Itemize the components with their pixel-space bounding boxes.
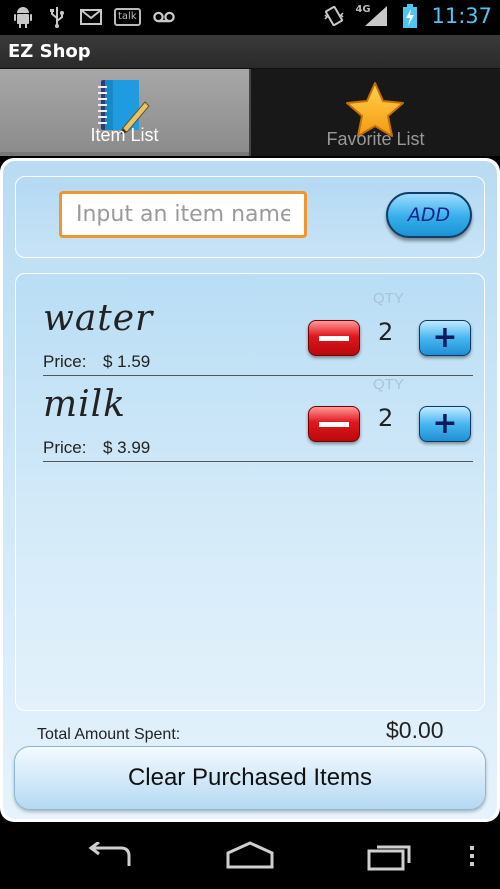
tab-favorite-list[interactable]: Favorite List	[249, 69, 500, 156]
qty-value: 2	[378, 404, 394, 432]
add-button[interactable]: ADD	[386, 192, 472, 238]
qty-value: 2	[378, 318, 394, 346]
price-label: Price:	[43, 352, 87, 371]
decrease-qty-button[interactable]	[308, 320, 360, 356]
back-icon[interactable]	[82, 836, 138, 876]
tab-item-list[interactable]: Item List	[0, 69, 249, 156]
clock: 11:37	[431, 4, 492, 28]
qty-header: QTY	[373, 376, 404, 393]
minus-icon	[319, 335, 349, 341]
clear-purchased-button[interactable]: Clear Purchased Items	[14, 746, 486, 810]
signal-4g-icon: 4G	[355, 4, 389, 28]
tab-favorite-list-label: Favorite List	[326, 129, 425, 149]
talk-icon: talk	[114, 8, 141, 26]
overflow-menu-icon[interactable]	[462, 836, 482, 876]
tab-item-list-label: Item List	[90, 125, 159, 145]
total-label: Total Amount Spent:	[37, 726, 181, 743]
android-debug-icon	[12, 5, 34, 29]
gmail-icon	[80, 5, 102, 29]
vibrate-icon	[323, 4, 345, 28]
decrease-qty-button[interactable]	[308, 406, 360, 442]
battery-charging-icon	[399, 4, 421, 28]
app-title: EZ Shop	[8, 41, 91, 62]
minus-icon	[319, 421, 349, 427]
status-bar: talk 4G 11:37	[0, 0, 500, 35]
content-area: ADD QTY water Price: $ 1.59 2 + QTY milk…	[3, 161, 497, 819]
list-item[interactable]: QTY milk Price: $ 3.99 2 +	[43, 376, 473, 462]
plus-icon: +	[432, 406, 458, 441]
total-value: $0.00	[386, 717, 444, 743]
add-item-panel: ADD	[15, 176, 485, 258]
tab-bar: Item List Favorite List	[0, 69, 500, 156]
increase-qty-button[interactable]: +	[419, 406, 471, 442]
item-name: milk	[43, 384, 126, 425]
navigation-bar	[0, 822, 500, 889]
price-label: Price:	[43, 438, 87, 457]
home-icon[interactable]	[222, 836, 278, 876]
item-name-input[interactable]	[59, 191, 307, 238]
list-item[interactable]: QTY water Price: $ 1.59 2 +	[43, 290, 473, 376]
usb-icon	[46, 5, 68, 29]
app-title-bar: EZ Shop	[0, 35, 500, 69]
shopping-list: QTY water Price: $ 1.59 2 + QTY milk Pri…	[15, 273, 485, 711]
plus-icon: +	[432, 320, 458, 355]
item-name: water	[43, 298, 154, 339]
recent-apps-icon[interactable]	[362, 836, 418, 876]
increase-qty-button[interactable]: +	[419, 320, 471, 356]
notification-icons: talk	[12, 5, 175, 29]
item-price: $ 1.59	[103, 352, 151, 371]
item-price: $ 3.99	[103, 438, 151, 457]
system-icons: 4G 11:37	[323, 4, 492, 28]
qty-header: QTY	[373, 290, 404, 307]
voicemail-icon	[152, 5, 175, 29]
main-panel: ADD QTY water Price: $ 1.59 2 + QTY milk…	[0, 158, 500, 822]
